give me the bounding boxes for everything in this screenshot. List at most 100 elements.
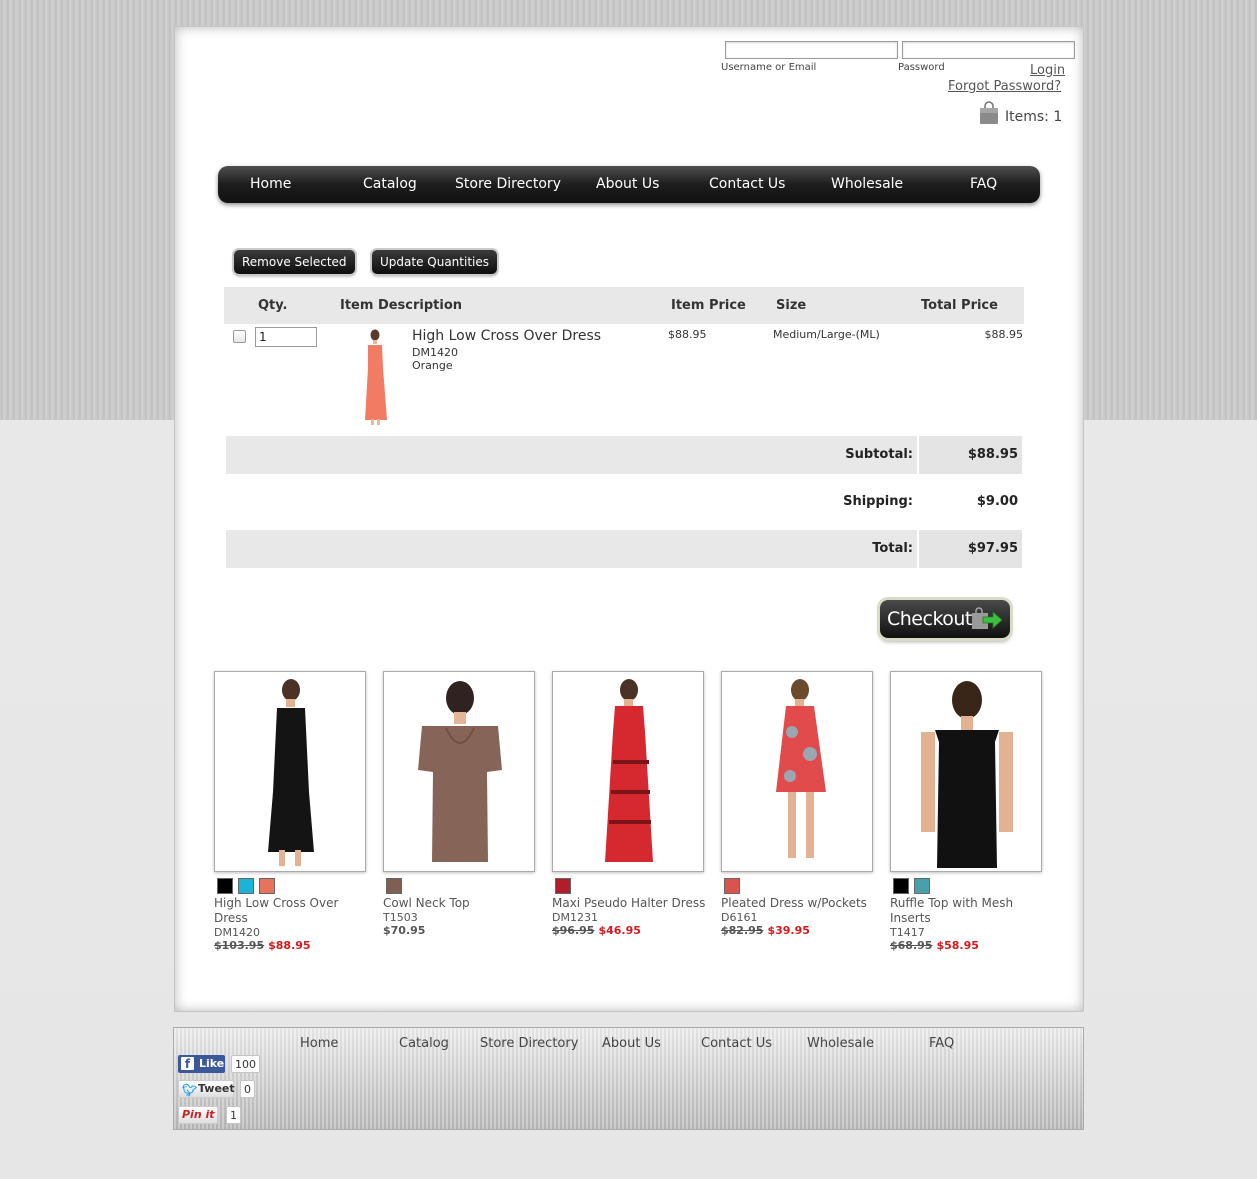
subtotal-label: Subtotal:	[845, 447, 913, 462]
color-swatch[interactable]	[386, 878, 402, 894]
footer-nav-wholesale[interactable]: Wholesale	[807, 1036, 874, 1051]
nav-about-us[interactable]: About Us	[596, 176, 659, 192]
color-swatch[interactable]	[893, 878, 909, 894]
footer-nav-home[interactable]: Home	[300, 1036, 338, 1051]
cart-item-total: $88.95	[984, 328, 1024, 341]
shipping-label: Shipping:	[843, 494, 913, 509]
product-sku: T1503	[383, 911, 418, 924]
size-header: Size	[776, 298, 807, 313]
total-price-header: Total Price	[921, 298, 998, 313]
like-count: 100	[231, 1055, 260, 1073]
color-swatch[interactable]	[555, 878, 571, 894]
product-card[interactable]: Pleated Dress w/Pockets D6161 $82.95 $39.…	[721, 671, 881, 937]
twitter-bird-icon: 🐦︎	[182, 1083, 198, 1097]
forgot-password-link[interactable]: Forgot Password?	[948, 79, 1061, 94]
facebook-like-button[interactable]: f Like	[178, 1055, 225, 1073]
color-swatch[interactable]	[724, 878, 740, 894]
cart-arrow-icon	[971, 607, 1003, 631]
footer: Home Catalog Store Directory About Us Co…	[173, 1027, 1084, 1130]
subtotal-row: Subtotal: $88.95	[226, 436, 1022, 474]
product-image[interactable]	[214, 671, 366, 872]
username-label: Username or Email	[721, 62, 817, 73]
footer-nav-contact-us[interactable]: Contact Us	[701, 1036, 772, 1051]
product-card[interactable]: Cowl Neck Top T1503 $70.95	[383, 671, 543, 937]
main-navigation: Home Catalog Store Directory About Us Co…	[218, 166, 1040, 203]
product-card[interactable]: Ruffle Top with Mesh Inserts T1417 $68.9…	[890, 671, 1050, 952]
color-swatch[interactable]	[259, 878, 275, 894]
shipping-row: Shipping: $9.00	[226, 483, 1022, 521]
footer-nav-about-us[interactable]: About Us	[602, 1036, 661, 1051]
total-row: Total: $97.95	[226, 530, 1022, 568]
product-thumbnail[interactable]	[360, 328, 390, 426]
cart-item-size: Medium/Large-(ML)	[773, 328, 880, 341]
update-quantities-button[interactable]: Update Quantities	[372, 250, 497, 274]
cart-items-count[interactable]: Items: 1	[1005, 109, 1062, 125]
checkout-button[interactable]: Checkout	[880, 600, 1010, 638]
product-name[interactable]: High Low Cross Over Dress	[214, 896, 374, 926]
product-name[interactable]: Cowl Neck Top	[383, 896, 543, 911]
color-swatch[interactable]	[238, 878, 254, 894]
product-name[interactable]: Maxi Pseudo Halter Dress	[552, 896, 712, 911]
pin-count: 1	[226, 1106, 241, 1124]
product-image[interactable]	[721, 671, 873, 872]
main-content-panel: Username or Email Password Login Forgot …	[174, 26, 1084, 1012]
cart-item-name[interactable]: High Low Cross Over Dress	[412, 328, 601, 344]
shipping-value: $9.00	[976, 494, 1018, 509]
pin-it-button[interactable]: Pin it	[178, 1106, 218, 1124]
product-card[interactable]: High Low Cross Over Dress DM1420 $103.95…	[214, 671, 374, 952]
nav-catalog[interactable]: Catalog	[363, 176, 417, 192]
tweet-count: 0	[240, 1080, 255, 1098]
product-image[interactable]	[383, 671, 535, 872]
login-link[interactable]: Login	[1030, 63, 1065, 78]
footer-nav-catalog[interactable]: Catalog	[399, 1036, 449, 1051]
item-price-header: Item Price	[671, 298, 746, 313]
username-input[interactable]	[725, 41, 898, 59]
product-old-price: $103.95	[214, 939, 265, 952]
tweet-button[interactable]: 🐦︎ Tweet	[178, 1080, 235, 1098]
password-label: Password	[898, 62, 945, 73]
product-name[interactable]: Pleated Dress w/Pockets	[721, 896, 881, 911]
product-card[interactable]: Maxi Pseudo Halter Dress DM1231 $96.95 $4…	[552, 671, 712, 937]
nav-wholesale[interactable]: Wholesale	[831, 176, 903, 192]
footer-nav-store-directory[interactable]: Store Directory	[480, 1036, 578, 1051]
select-checkbox[interactable]	[233, 330, 246, 343]
nav-contact-us[interactable]: Contact Us	[709, 176, 785, 192]
color-swatch[interactable]	[217, 878, 233, 894]
cart-item-color: Orange	[412, 359, 453, 372]
pin-it-label: Pin it	[182, 1108, 215, 1121]
product-image[interactable]	[552, 671, 704, 872]
table-row: 1 High Low Cross Over Dress DM1420 Orang…	[224, 327, 1024, 432]
cart-item-price: $88.95	[668, 328, 707, 341]
product-old-price: $96.95	[552, 924, 595, 937]
tweet-label: Tweet	[198, 1082, 235, 1095]
product-sale-price: $88.95	[268, 939, 311, 952]
product-image[interactable]	[890, 671, 1042, 872]
facebook-icon: f	[181, 1057, 194, 1071]
nav-store-directory[interactable]: Store Directory	[455, 176, 561, 192]
password-input[interactable]	[902, 41, 1075, 59]
nav-home[interactable]: Home	[250, 176, 291, 192]
product-old-price: $68.95	[890, 939, 933, 952]
product-price: $70.95	[383, 924, 426, 937]
shopping-bag-icon[interactable]	[979, 101, 999, 125]
qty-header: Qty.	[258, 298, 288, 313]
product-old-price: $82.95	[721, 924, 764, 937]
total-value: $97.95	[967, 541, 1018, 556]
remove-selected-button[interactable]: Remove Selected	[234, 250, 355, 274]
quantity-input[interactable]: 1	[255, 327, 317, 347]
product-sale-price: $39.95	[767, 924, 810, 937]
product-sku: DM1231	[552, 911, 598, 924]
product-sale-price: $46.95	[598, 924, 641, 937]
total-label: Total:	[872, 541, 913, 556]
cart-table-header: Qty. Item Description Item Price Size To…	[224, 287, 1024, 324]
like-label: Like	[199, 1057, 225, 1070]
color-swatch[interactable]	[914, 878, 930, 894]
product-sku: D6161	[721, 911, 758, 924]
footer-nav-faq[interactable]: FAQ	[929, 1036, 954, 1051]
footer-address-text	[434, 1103, 834, 1114]
nav-faq[interactable]: FAQ	[970, 176, 997, 192]
product-sku: DM1420	[214, 926, 260, 939]
subtotal-value: $88.95	[967, 447, 1018, 462]
product-name[interactable]: Ruffle Top with Mesh Inserts	[890, 896, 1020, 926]
description-header: Item Description	[340, 298, 463, 313]
